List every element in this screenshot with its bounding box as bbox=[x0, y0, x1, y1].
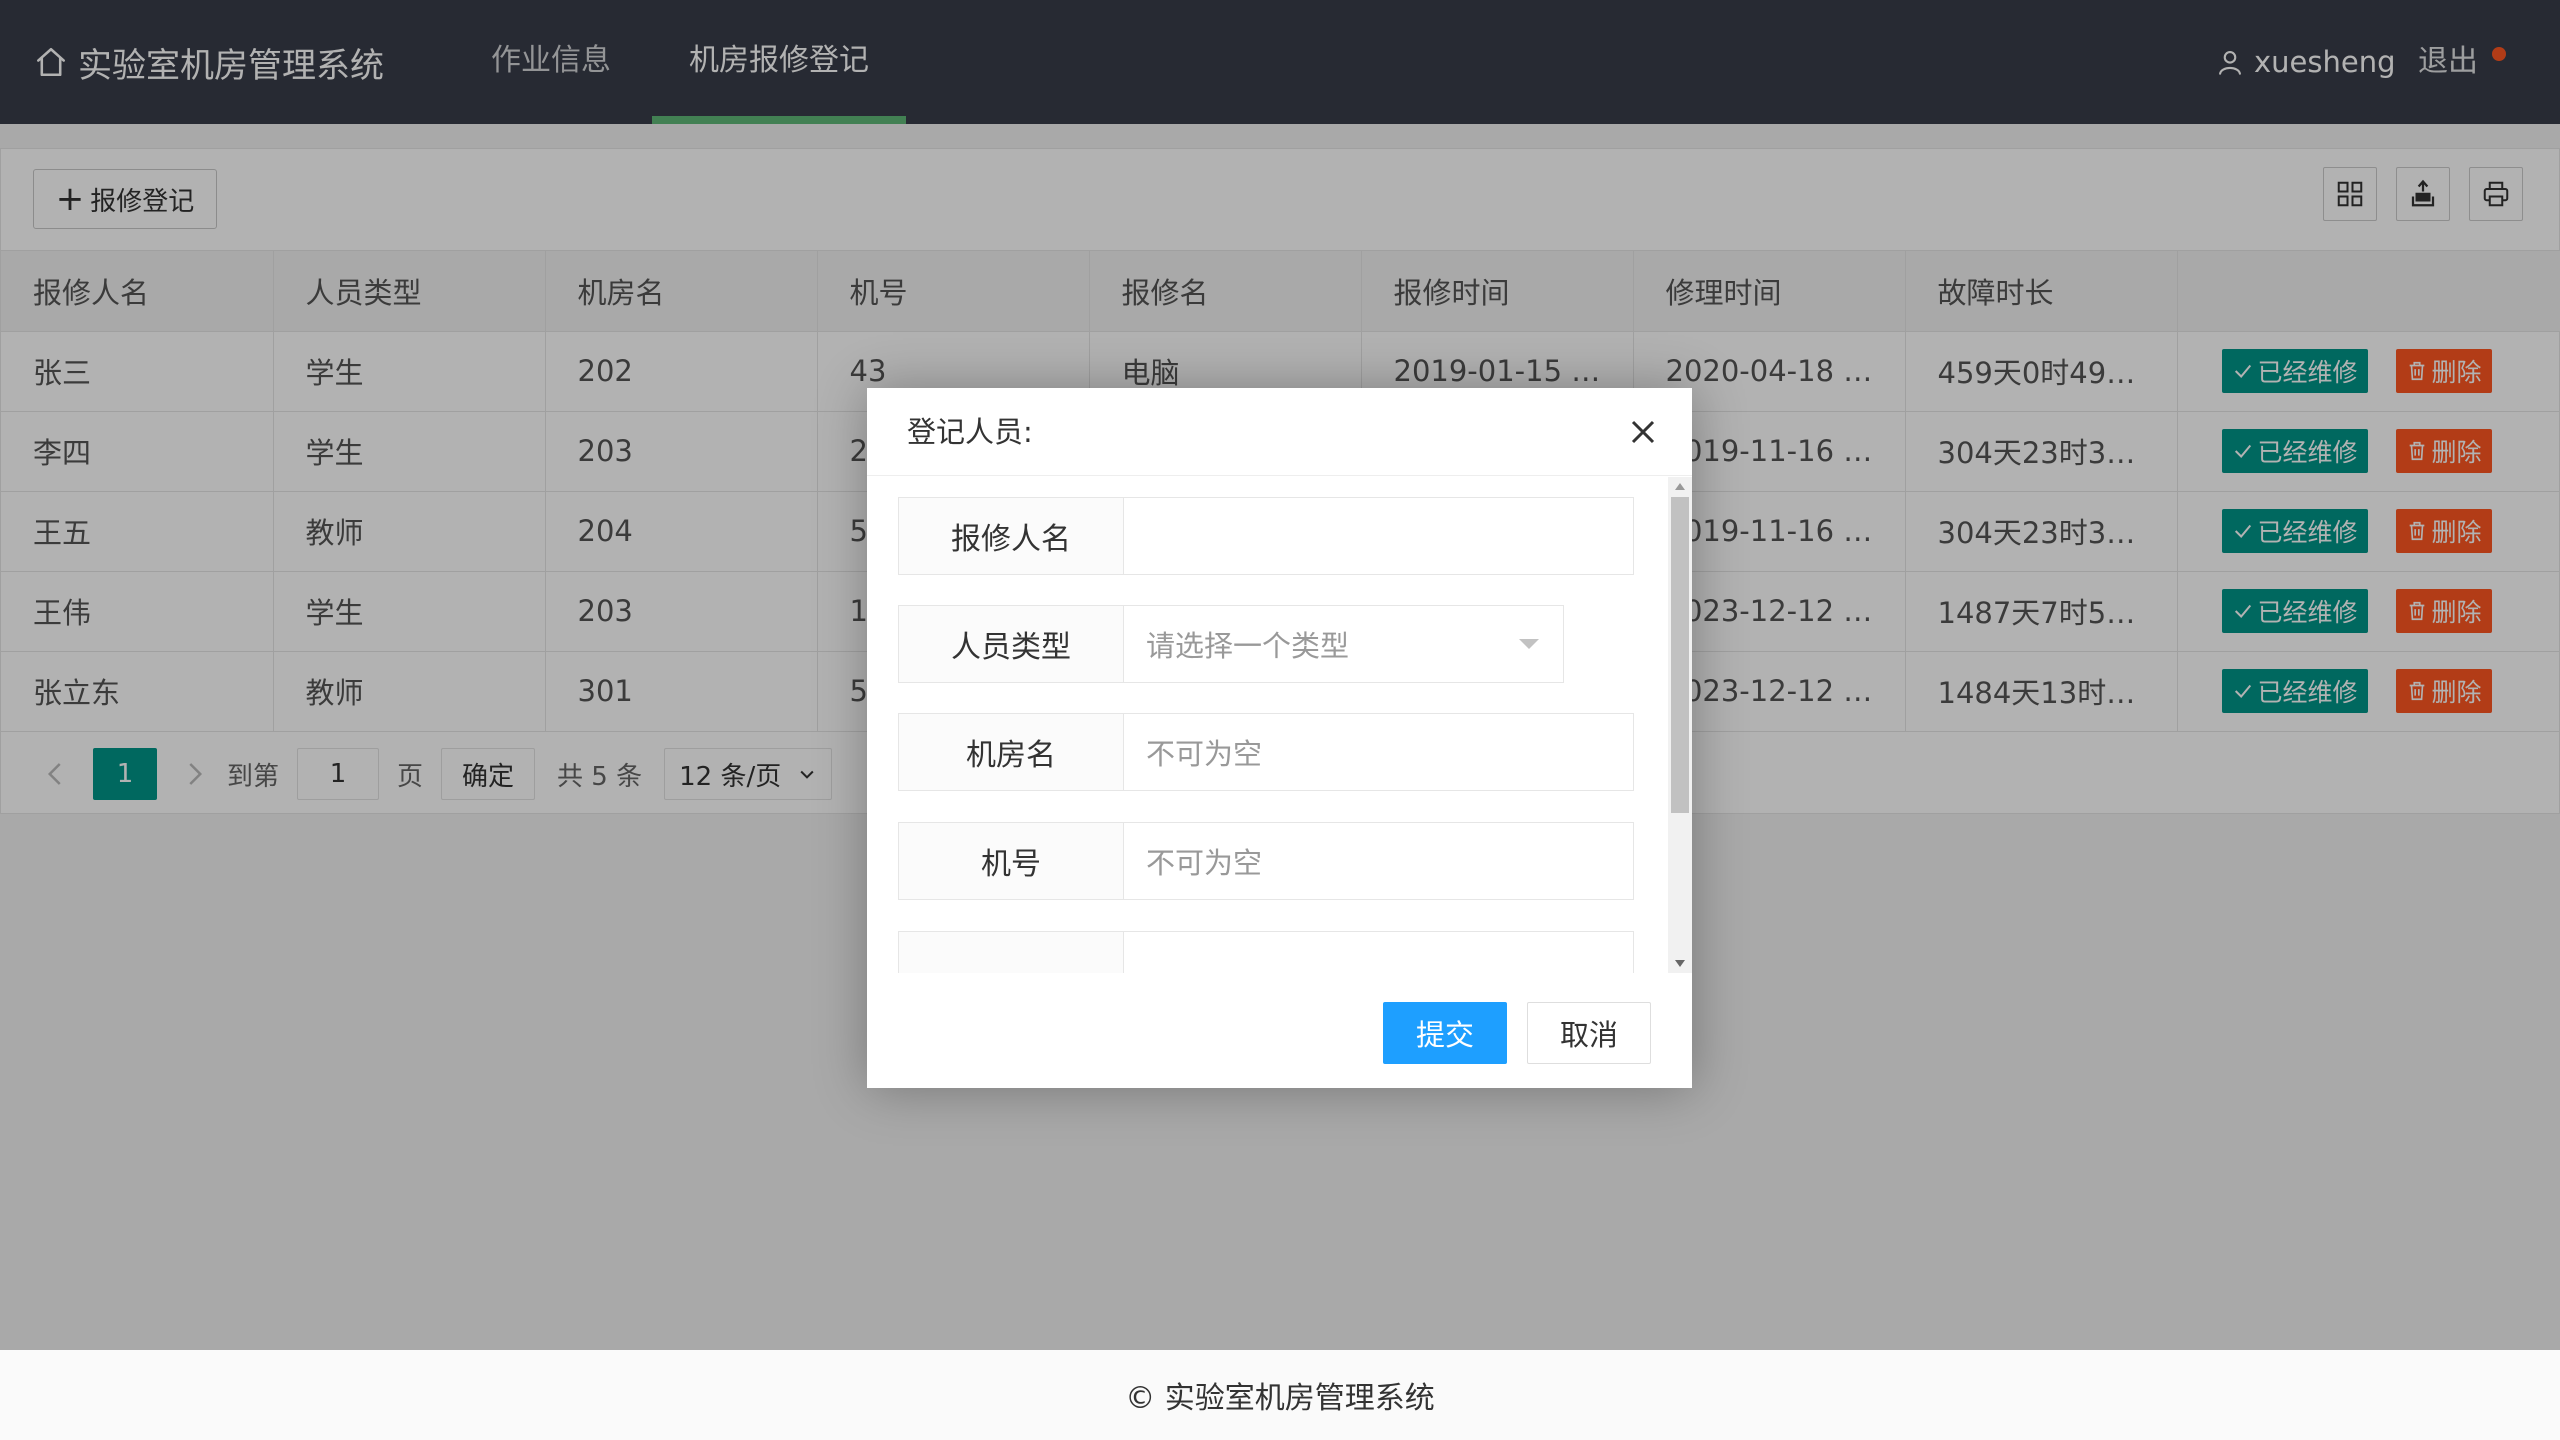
room-name-label: 机房名 bbox=[898, 713, 1124, 791]
person-type-placeholder: 请选择一个类型 bbox=[1146, 629, 1350, 663]
scroll-up-icon bbox=[1675, 483, 1685, 490]
cancel-button[interactable]: 取消 bbox=[1527, 1002, 1651, 1064]
form-row-partial bbox=[898, 931, 1634, 973]
close-icon bbox=[1631, 420, 1655, 444]
form-row-room-name: 机房名 不可为空 bbox=[898, 713, 1634, 791]
reporter-input[interactable] bbox=[1124, 497, 1634, 575]
form-row-reporter: 报修人名 bbox=[898, 497, 1634, 575]
scrollbar-thumb[interactable] bbox=[1671, 497, 1689, 813]
partial-row-label bbox=[898, 931, 1124, 973]
footer-copyright: © 实验室机房管理系统 bbox=[1125, 1381, 1435, 1416]
dialog-title: 登记人员: bbox=[867, 388, 1692, 476]
person-type-label: 人员类型 bbox=[898, 605, 1124, 683]
form-row-machine-number: 机号 不可为空 bbox=[898, 822, 1634, 900]
machine-number-label: 机号 bbox=[898, 822, 1124, 900]
dialog-form: 报修人名 人员类型 请选择一个类型 机房名 不可为空 机号 不可为空 bbox=[867, 477, 1668, 973]
register-dialog: 登记人员: 报修人名 人员类型 请选择一个类型 机房名 不可为空 机号 不可为空 bbox=[867, 388, 1692, 1088]
room-name-input[interactable]: 不可为空 bbox=[1124, 713, 1634, 791]
reporter-label: 报修人名 bbox=[898, 497, 1124, 575]
form-row-person-type: 人员类型 请选择一个类型 bbox=[898, 605, 1564, 683]
caret-down-icon bbox=[1519, 639, 1539, 649]
close-dialog-button[interactable] bbox=[1621, 410, 1665, 454]
dialog-scrollbar[interactable] bbox=[1668, 477, 1692, 973]
partial-row-input[interactable] bbox=[1124, 931, 1634, 973]
footer: © 实验室机房管理系统 bbox=[0, 1350, 2560, 1440]
scroll-down-icon bbox=[1675, 960, 1685, 967]
person-type-select[interactable]: 请选择一个类型 bbox=[1124, 605, 1564, 683]
machine-number-input[interactable]: 不可为空 bbox=[1124, 822, 1634, 900]
submit-button[interactable]: 提交 bbox=[1383, 1002, 1507, 1064]
